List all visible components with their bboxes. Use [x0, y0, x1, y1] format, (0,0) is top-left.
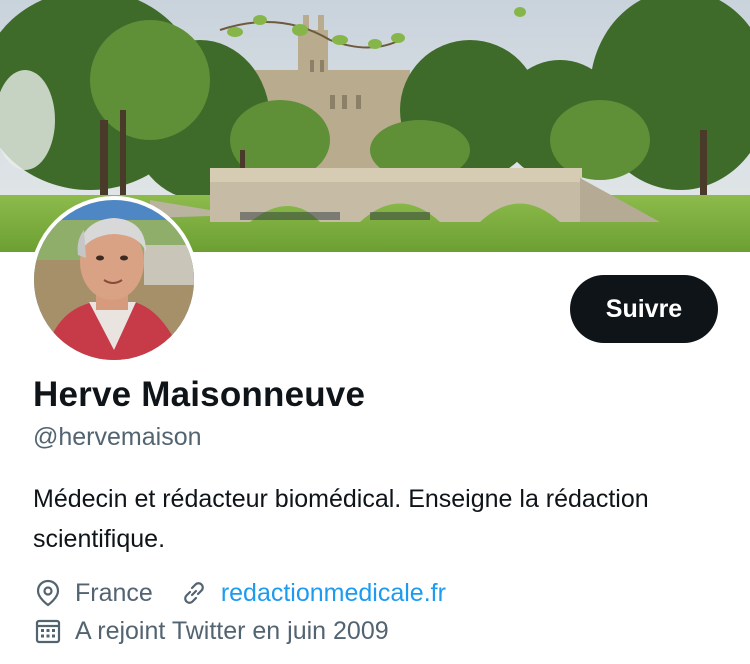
- avatar[interactable]: [30, 196, 198, 364]
- profile-bio: Médecin et rédacteur biomédical. Enseign…: [33, 485, 649, 553]
- profile-website-link[interactable]: redactionmedicale.fr: [221, 579, 446, 608]
- profile-name: Herve Maisonneuve: [33, 375, 366, 414]
- profile-handle: @hervemaison: [33, 423, 202, 451]
- link-icon: [179, 578, 209, 608]
- follow-button[interactable]: Suivre: [570, 275, 718, 343]
- profile-joined-date: A rejoint Twitter en juin 2009: [75, 616, 389, 645]
- calendar-icon: [33, 616, 63, 646]
- profile-joined-row: A rejoint Twitter en juin 2009: [33, 616, 389, 646]
- profile-location: France: [75, 578, 153, 607]
- profile-meta-row: France redactionmedicale.fr: [33, 578, 446, 608]
- location-pin-icon: [33, 578, 63, 608]
